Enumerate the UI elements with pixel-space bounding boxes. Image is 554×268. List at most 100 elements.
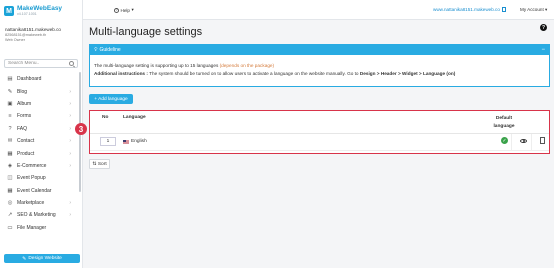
sidebar-item-label: Event Popup <box>17 175 46 182</box>
eye-icon[interactable] <box>520 139 527 143</box>
chevron-down-icon: ▾ <box>545 7 548 12</box>
sidebar-item-event-calendar[interactable]: ▦ Event Calendar <box>0 185 83 197</box>
sidebar-item-label: Event Calendar <box>17 187 52 194</box>
logo-mark-icon: M <box>4 6 14 16</box>
account-label: My Account <box>520 7 544 12</box>
chevron-right-icon: › <box>69 162 71 169</box>
us-flag-icon <box>123 139 129 144</box>
annotation-marker: 3 <box>75 123 87 135</box>
chevron-right-icon: › <box>69 212 71 219</box>
sort-label: Sort <box>97 161 107 167</box>
page-title: Multi-language settings <box>89 26 203 38</box>
forms-icon: ≡ <box>8 113 12 120</box>
popup-icon: ◫ <box>7 175 13 182</box>
guideline-line-1: The multi-language setting is supporting… <box>94 62 545 70</box>
sidebar-item-blog[interactable]: ✎ Blog › <box>0 85 83 97</box>
design-website-label: Design Website <box>28 256 62 261</box>
chevron-right-icon: › <box>69 113 71 120</box>
search-input[interactable] <box>8 61 69 66</box>
logo[interactable]: M MakeWebEasy v4.107.1001 <box>4 3 62 19</box>
header-divider <box>90 133 549 134</box>
sidebar-item-seo-marketing[interactable]: ↗ SEO & Marketing › <box>0 209 83 221</box>
dashboard-icon: ▤ <box>7 76 13 83</box>
guideline-panel: 💡︎ Guideline − The multi-language settin… <box>89 44 550 87</box>
blog-icon: ✎ <box>7 88 13 95</box>
design-website-button[interactable]: ✎ Design Website <box>4 254 80 263</box>
site-link[interactable]: www.nattanika8151.makeweb.co <box>433 7 507 12</box>
sidebar-item-contact[interactable]: ✉ Contact › <box>0 135 83 147</box>
help-label: Help <box>120 7 130 13</box>
chevron-right-icon: › <box>69 88 71 95</box>
sidebar-item-marketplace[interactable]: ◎ Marketplace › <box>0 197 83 209</box>
user-role: Web Owner <box>5 38 25 43</box>
cell-divider <box>511 134 512 150</box>
sidebar-item-album[interactable]: ▣ Album › <box>0 98 83 110</box>
sidebar-item-e-commerce[interactable]: ◈ E-Commerce › <box>0 160 83 172</box>
product-icon: ▦ <box>7 150 13 157</box>
sidebar-item-label: Marketplace <box>17 200 45 207</box>
search-icon[interactable] <box>69 61 74 66</box>
guideline-line-1-text: The multi-language setting is supporting… <box>94 63 219 68</box>
chevron-right-icon: › <box>69 200 71 207</box>
external-link-icon <box>501 7 507 12</box>
faq-icon: ? <box>8 125 12 132</box>
sidebar-item-dashboard[interactable]: ▤ Dashboard <box>0 73 83 85</box>
search-box <box>4 59 78 68</box>
add-language-button[interactable]: + Add language <box>89 94 133 104</box>
sidebar-item-label: SEO & Marketing <box>17 212 56 219</box>
brand-version: v4.107.1001 <box>17 11 37 16</box>
sidebar-item-product[interactable]: ▦ Product › <box>0 147 83 159</box>
guideline-line-2: Additional instructions : The system sho… <box>94 70 545 78</box>
account-menu[interactable]: My Account ▾ <box>520 7 547 13</box>
language-table: No Language Default language 1 English ✓ <box>89 110 550 154</box>
column-header-language: Language <box>123 115 146 120</box>
chevron-right-icon: › <box>69 150 71 157</box>
language-name: English <box>131 139 147 144</box>
guideline-line-1-note: (depends on the package) <box>219 63 275 68</box>
sidebar-item-label: Forms <box>17 113 32 120</box>
chevron-right-icon: › <box>69 138 71 145</box>
guideline-line-2-label: Additional instructions : <box>94 70 148 76</box>
sidebar-item-label: File Manager <box>17 224 47 231</box>
guideline-header[interactable]: 💡︎ Guideline − <box>90 45 549 55</box>
sidebar-item-label: FAQ <box>17 125 28 132</box>
collapse-icon[interactable]: − <box>541 47 545 53</box>
marketplace-icon: ◎ <box>7 200 13 207</box>
help-menu[interactable]: ? Help ▾ <box>114 7 134 13</box>
column-header-no: No <box>102 115 109 120</box>
sidebar-item-file-manager[interactable]: ▭ File Manager <box>0 222 83 234</box>
folder-icon: ▭ <box>7 224 13 231</box>
sidebar-item-label: Blog <box>17 88 28 95</box>
calendar-icon: ▦ <box>7 187 13 194</box>
order-input[interactable]: 1 <box>100 137 116 146</box>
album-icon: ▣ <box>7 100 13 107</box>
contact-icon: ✉ <box>7 138 13 145</box>
sidebar-item-forms[interactable]: ≡ Forms › <box>0 110 83 122</box>
sidebar-item-label: E-Commerce <box>17 162 47 169</box>
sort-button[interactable]: ⇅ Sort <box>89 159 110 169</box>
seo-icon: ↗ <box>7 212 13 219</box>
cell-divider <box>531 134 532 150</box>
guideline-body: The multi-language setting is supporting… <box>90 55 549 78</box>
trash-icon[interactable] <box>540 137 545 144</box>
sidebar-item-event-popup[interactable]: ◫ Event Popup <box>0 172 83 184</box>
sort-icon: ⇅ <box>92 161 97 167</box>
sidebar-item-label: Contact <box>17 138 35 145</box>
chevron-right-icon: › <box>69 125 71 132</box>
topbar: ? Help ▾ www.nattanika8151.makeweb.co My… <box>83 0 554 20</box>
help-circle-icon[interactable]: ? <box>540 24 547 31</box>
guideline-line-2-text: The system should be turned on to allow … <box>147 70 360 76</box>
site-link-label: www.nattanika8151.makeweb.co <box>433 7 500 12</box>
chevron-down-icon: ▾ <box>131 7 134 12</box>
chevron-right-icon: › <box>69 100 71 107</box>
sidebar: M MakeWebEasy v4.107.1001 nattanika8151.… <box>0 0 83 268</box>
default-check-icon[interactable]: ✓ <box>501 137 508 144</box>
sidebar-item-label: Album <box>17 100 32 107</box>
user-block: nattanika8151.makeweb.co 82568151@makewe… <box>5 27 61 43</box>
help-icon: ? <box>114 7 119 13</box>
sidebar-item-faq[interactable]: ? FAQ › <box>0 123 83 135</box>
sidebar-item-label: Product <box>17 150 35 157</box>
sidebar-nav: ▤ Dashboard ✎ Blog › ▣ Album › ≡ Forms ›? FAQ › ✉ Cont… <box>0 73 83 234</box>
brush-icon: ✎ <box>22 255 27 262</box>
lightbulb-icon: 💡︎ <box>94 47 98 53</box>
